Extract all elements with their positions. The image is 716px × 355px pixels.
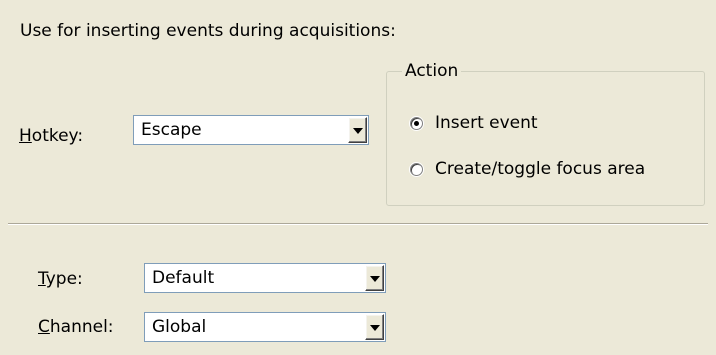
hotkey-label-text: otkey:	[31, 126, 84, 146]
event-settings-panel: { "description": "Use for inserting even…	[0, 0, 716, 355]
section-divider	[8, 223, 708, 225]
type-dropdown[interactable]: Default	[144, 263, 386, 293]
radio-create-toggle-focus-area[interactable]: Create/toggle focus area	[410, 158, 645, 180]
radio-insert-event-label: Insert event	[435, 113, 538, 133]
channel-label-text: hannel:	[49, 317, 114, 337]
hotkey-label: Hotkey:	[19, 126, 83, 146]
type-label: Type:	[38, 269, 83, 289]
chevron-down-icon	[370, 325, 380, 331]
radio-selected-icon[interactable]	[410, 116, 423, 130]
radio-insert-event[interactable]: Insert event	[410, 112, 538, 134]
hotkey-dropdown-button[interactable]	[348, 117, 367, 143]
description-text: Use for inserting events during acquisit…	[20, 21, 396, 41]
channel-dropdown-button[interactable]	[365, 314, 384, 340]
channel-value: Global	[152, 317, 207, 337]
channel-label: Channel:	[38, 317, 114, 337]
radio-unselected-icon[interactable]	[410, 162, 423, 176]
action-groupbox	[386, 71, 705, 206]
type-value: Default	[152, 268, 215, 288]
chevron-down-icon	[370, 276, 380, 282]
hotkey-value: Escape	[141, 120, 202, 140]
channel-dropdown[interactable]: Global	[144, 312, 386, 342]
type-label-text: ype:	[45, 269, 83, 289]
hotkey-mnemonic: H	[19, 126, 32, 146]
channel-mnemonic: C	[38, 317, 50, 337]
type-dropdown-button[interactable]	[365, 265, 384, 291]
action-group-title: Action	[402, 61, 462, 81]
chevron-down-icon	[353, 128, 363, 134]
type-mnemonic: T	[38, 269, 46, 289]
radio-create-toggle-focus-area-label: Create/toggle focus area	[435, 159, 646, 179]
hotkey-dropdown[interactable]: Escape	[133, 115, 369, 145]
